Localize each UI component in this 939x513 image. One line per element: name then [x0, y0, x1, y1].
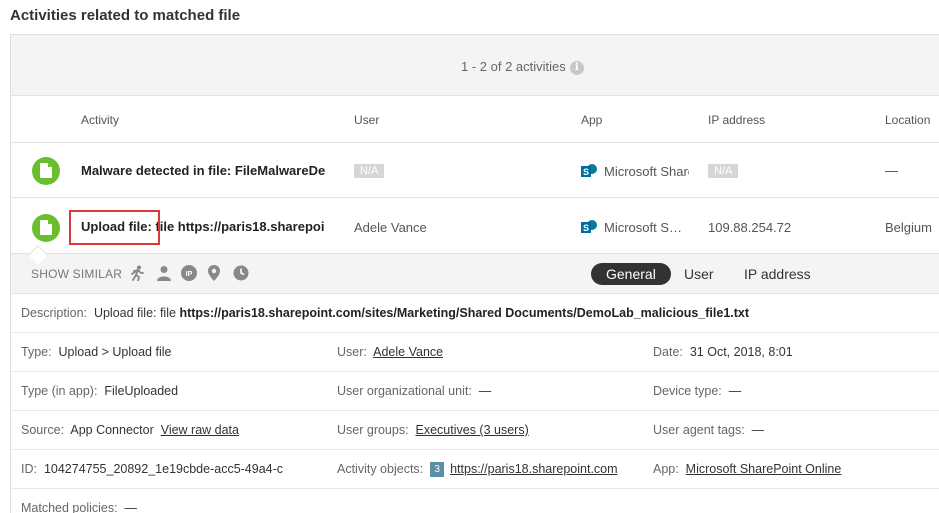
matched-policies-field: Matched policies: —	[21, 501, 137, 513]
date-field: Date: 31 Oct, 2018, 8:01	[653, 345, 793, 359]
detail-row: Source: App Connector View raw data User…	[11, 411, 939, 450]
pager-summary: 1 - 2 of 2 activities i	[461, 59, 584, 75]
matched-policies-label: Matched policies:	[21, 501, 118, 513]
clock-icon[interactable]	[233, 265, 249, 281]
tab-general[interactable]: General	[591, 263, 671, 285]
user-agent-field: User agent tags: —	[653, 423, 764, 437]
svg-text:S: S	[583, 223, 589, 233]
activities-panel: 1 - 2 of 2 activities i Activity User App…	[10, 34, 939, 513]
location-cell: Belgium	[885, 220, 932, 235]
user-label: User:	[337, 345, 367, 359]
detail-row: Type: Upload > Upload file User: Adele V…	[11, 333, 939, 372]
type-in-app-label: Type (in app):	[21, 384, 98, 398]
description-label: Description:	[21, 306, 87, 320]
tab-ip-address[interactable]: IP address	[744, 263, 811, 285]
file-icon	[32, 157, 60, 185]
activity-text[interactable]: Malware detected in file: FileMalwareDet…	[81, 163, 325, 178]
table-header: Activity User App IP address Location	[11, 96, 939, 143]
user-agent-value: —	[751, 423, 765, 437]
column-header-ip[interactable]: IP address	[708, 113, 765, 127]
detail-description-row: Description: Upload file: file https://p…	[11, 294, 939, 333]
detail-row: Matched policies: —	[11, 489, 939, 513]
highlight-annotation	[69, 210, 160, 245]
na-badge: N/A	[708, 164, 739, 178]
id-label: ID:	[21, 462, 37, 476]
source-field: Source: App Connector View raw data	[21, 423, 239, 437]
section-title: Activities related to matched file	[10, 7, 241, 24]
device-type-label: Device type:	[653, 384, 722, 398]
id-value: 104274755_20892_1e19cbde-acc5-49a4-c	[43, 462, 284, 476]
device-type-value: —	[728, 384, 742, 398]
run-icon[interactable]	[129, 265, 145, 281]
pager-bar: 1 - 2 of 2 activities i	[11, 35, 939, 96]
file-icon	[32, 214, 60, 242]
type-label: Type:	[21, 345, 52, 359]
show-similar-label: SHOW SIMILAR	[31, 267, 123, 281]
org-unit-value: —	[478, 384, 492, 398]
type-field: Type: Upload > Upload file	[21, 345, 171, 359]
org-unit-field: User organizational unit: —	[337, 384, 491, 398]
detail-row: Type (in app): FileUploaded User organiz…	[11, 372, 939, 411]
app-field: App: Microsoft SharePoint Online	[653, 462, 841, 476]
ip-cell[interactable]: 109.88.254.72	[708, 220, 791, 235]
device-type-field: Device type: —	[653, 384, 741, 398]
ip-icon[interactable]: IP	[181, 265, 197, 281]
column-header-app[interactable]: App	[581, 113, 602, 127]
na-badge: N/A	[354, 164, 385, 178]
user-groups-label: User groups:	[337, 423, 409, 437]
column-header-activity[interactable]: Activity	[81, 113, 119, 127]
app-name: Microsoft SharePoint Online	[604, 164, 689, 179]
sharepoint-icon: S	[581, 164, 597, 177]
svg-text:IP: IP	[186, 271, 193, 278]
svg-text:S: S	[583, 167, 589, 177]
app-name: Microsoft SharePoint Online	[604, 220, 689, 235]
sharepoint-icon: S	[581, 220, 597, 233]
location-cell: —	[885, 163, 898, 178]
app-label: App:	[653, 462, 679, 476]
location-pin-icon[interactable]	[206, 265, 222, 281]
app-link[interactable]: Microsoft SharePoint Online	[686, 462, 842, 476]
column-header-location[interactable]: Location	[885, 113, 930, 127]
source-value: App Connector	[70, 423, 154, 437]
table-row[interactable]: Malware detected in file: FileMalwareDet…	[11, 143, 939, 198]
user-cell: N/A	[354, 162, 385, 178]
ip-cell: N/A	[708, 162, 739, 178]
user-groups-field: User groups: Executives (3 users)	[337, 423, 529, 437]
detail-row: ID: 104274755_20892_1e19cbde-acc5-49a4-c…	[11, 450, 939, 489]
date-value: 31 Oct, 2018, 8:01	[689, 345, 793, 359]
activity-objects-label: Activity objects:	[337, 462, 424, 476]
user-field: User: Adele Vance	[337, 345, 443, 359]
matched-policies-value: —	[124, 501, 138, 513]
activity-objects-field: Activity objects: 3 https://paris18.share…	[337, 462, 637, 477]
date-label: Date:	[653, 345, 683, 359]
type-in-app-value: FileUploaded	[104, 384, 179, 398]
app-cell[interactable]: S Microsoft SharePoint Online	[581, 219, 689, 235]
show-similar-bar: SHOW SIMILAR IP General User IP address	[11, 254, 939, 294]
tab-user[interactable]: User	[684, 263, 714, 285]
description-field: Description: Upload file: file https://p…	[21, 306, 749, 320]
description-url[interactable]: https://paris18.sharepoint.com/sites/Mar…	[179, 306, 749, 320]
app-cell[interactable]: S Microsoft SharePoint Online	[581, 163, 689, 179]
org-unit-label: User organizational unit:	[337, 384, 472, 398]
type-value: Upload > Upload file	[58, 345, 172, 359]
view-raw-data-link[interactable]: View raw data	[161, 423, 239, 437]
user-link[interactable]: Adele Vance	[373, 345, 443, 359]
pager-count: 1 - 2 of 2 activities	[461, 59, 566, 74]
type-in-app-field: Type (in app): FileUploaded	[21, 384, 178, 398]
column-header-user[interactable]: User	[354, 113, 379, 127]
user-icon[interactable]	[156, 265, 172, 281]
activity-objects-count: 3	[430, 462, 445, 477]
source-label: Source:	[21, 423, 65, 437]
id-field: ID: 104274755_20892_1e19cbde-acc5-49a4-c	[21, 462, 321, 476]
user-agent-label: User agent tags:	[653, 423, 745, 437]
user-cell[interactable]: Adele Vance	[354, 220, 427, 235]
activity-objects-link[interactable]: https://paris18.sharepoint.com	[450, 462, 617, 476]
info-icon[interactable]: i	[569, 60, 584, 75]
user-groups-link[interactable]: Executives (3 users)	[416, 423, 529, 437]
description-prefix: Upload file: file	[93, 306, 176, 320]
